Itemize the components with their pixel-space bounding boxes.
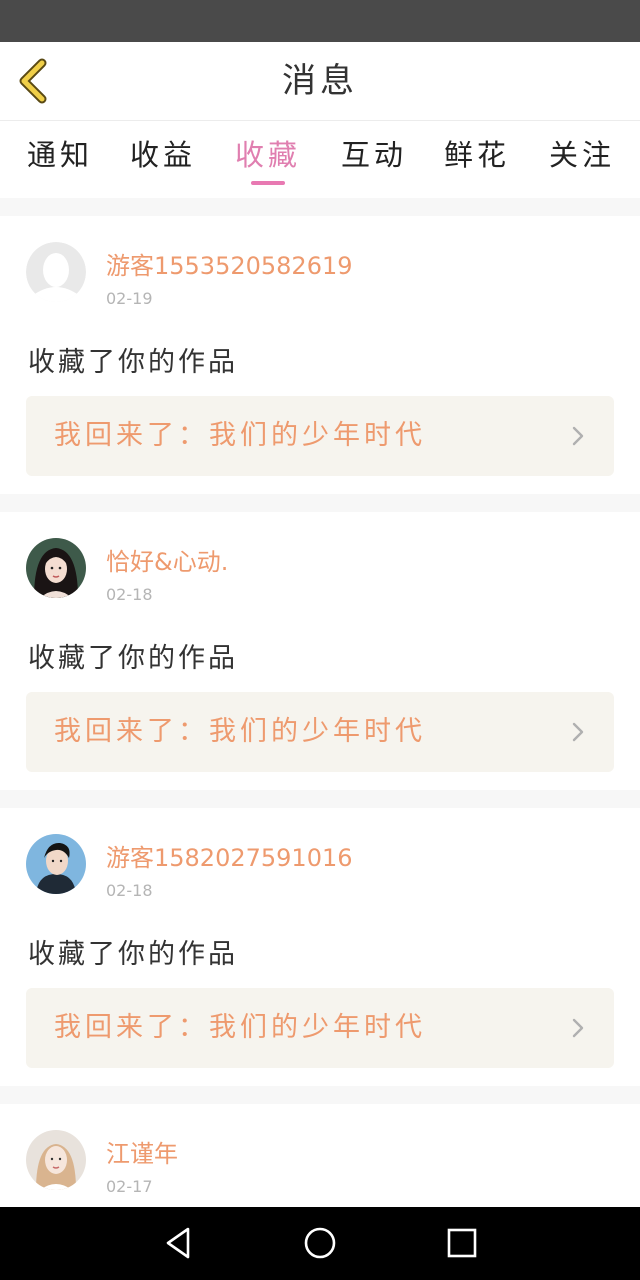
back-button[interactable]: [14, 58, 58, 104]
work-title: 我回来了：我们的少年时代: [54, 420, 426, 451]
tab-follows[interactable]: 关注: [532, 121, 632, 197]
back-triangle-icon[interactable]: [160, 1225, 196, 1261]
tab-favorites[interactable]: 收藏: [218, 121, 318, 197]
page-title: 消息: [282, 61, 358, 101]
message-card: 游客1582027591016 02-18 收藏了你的作品 我回来了：我们的少年…: [0, 808, 640, 1086]
tab-earnings[interactable]: 收益: [113, 121, 213, 197]
default-avatar-icon: [26, 242, 86, 302]
work-link[interactable]: 我回来了：我们的少年时代: [26, 988, 614, 1068]
avatar[interactable]: [26, 242, 86, 302]
tab-bar: 通知 收益 收藏 互动 鲜花 关注: [0, 121, 640, 197]
app-header: 消息: [0, 42, 640, 121]
chevron-right-icon: [572, 1018, 584, 1038]
message-date: 02-18: [106, 881, 153, 900]
tab-flowers[interactable]: 鲜花: [427, 121, 527, 197]
user-photo: [26, 834, 86, 894]
action-text: 收藏了你的作品: [28, 643, 238, 674]
username[interactable]: 游客1582027591016: [106, 838, 353, 873]
username[interactable]: 恰好&心动.: [106, 542, 228, 577]
user-photo: [26, 538, 86, 598]
work-title: 我回来了：我们的少年时代: [54, 716, 426, 747]
divider: [0, 1086, 640, 1104]
username[interactable]: 江谨年: [106, 1134, 178, 1169]
home-circle-icon[interactable]: [302, 1225, 338, 1261]
divider: [0, 790, 640, 808]
avatar[interactable]: [26, 538, 86, 598]
recents-square-icon[interactable]: [444, 1225, 480, 1261]
username[interactable]: 游客1553520582619: [106, 246, 353, 281]
user-photo: [26, 1130, 86, 1190]
message-card: 江谨年 02-17: [0, 1104, 640, 1207]
chevron-right-icon: [572, 722, 584, 742]
message-card: 恰好&心动. 02-18 收藏了你的作品 我回来了：我们的少年时代: [0, 512, 640, 790]
chevron-right-icon: [572, 426, 584, 446]
system-nav-bar: [0, 1207, 640, 1280]
active-tab-indicator: [251, 181, 285, 185]
work-link[interactable]: 我回来了：我们的少年时代: [26, 692, 614, 772]
avatar[interactable]: [26, 834, 86, 894]
divider: [0, 494, 640, 512]
message-date: 02-17: [106, 1177, 153, 1196]
chevron-left-icon: [19, 58, 47, 104]
status-bar: [0, 0, 640, 42]
divider: [0, 198, 640, 216]
message-card: 游客1553520582619 02-19 收藏了你的作品 我回来了：我们的少年…: [0, 216, 640, 494]
action-text: 收藏了你的作品: [28, 347, 238, 378]
work-title: 我回来了：我们的少年时代: [54, 1012, 426, 1043]
action-text: 收藏了你的作品: [28, 939, 238, 970]
avatar[interactable]: [26, 1130, 86, 1190]
message-date: 02-19: [106, 289, 153, 308]
tab-notifications[interactable]: 通知: [10, 121, 110, 197]
message-date: 02-18: [106, 585, 153, 604]
work-link[interactable]: 我回来了：我们的少年时代: [26, 396, 614, 476]
tab-interactions[interactable]: 互动: [324, 121, 424, 197]
